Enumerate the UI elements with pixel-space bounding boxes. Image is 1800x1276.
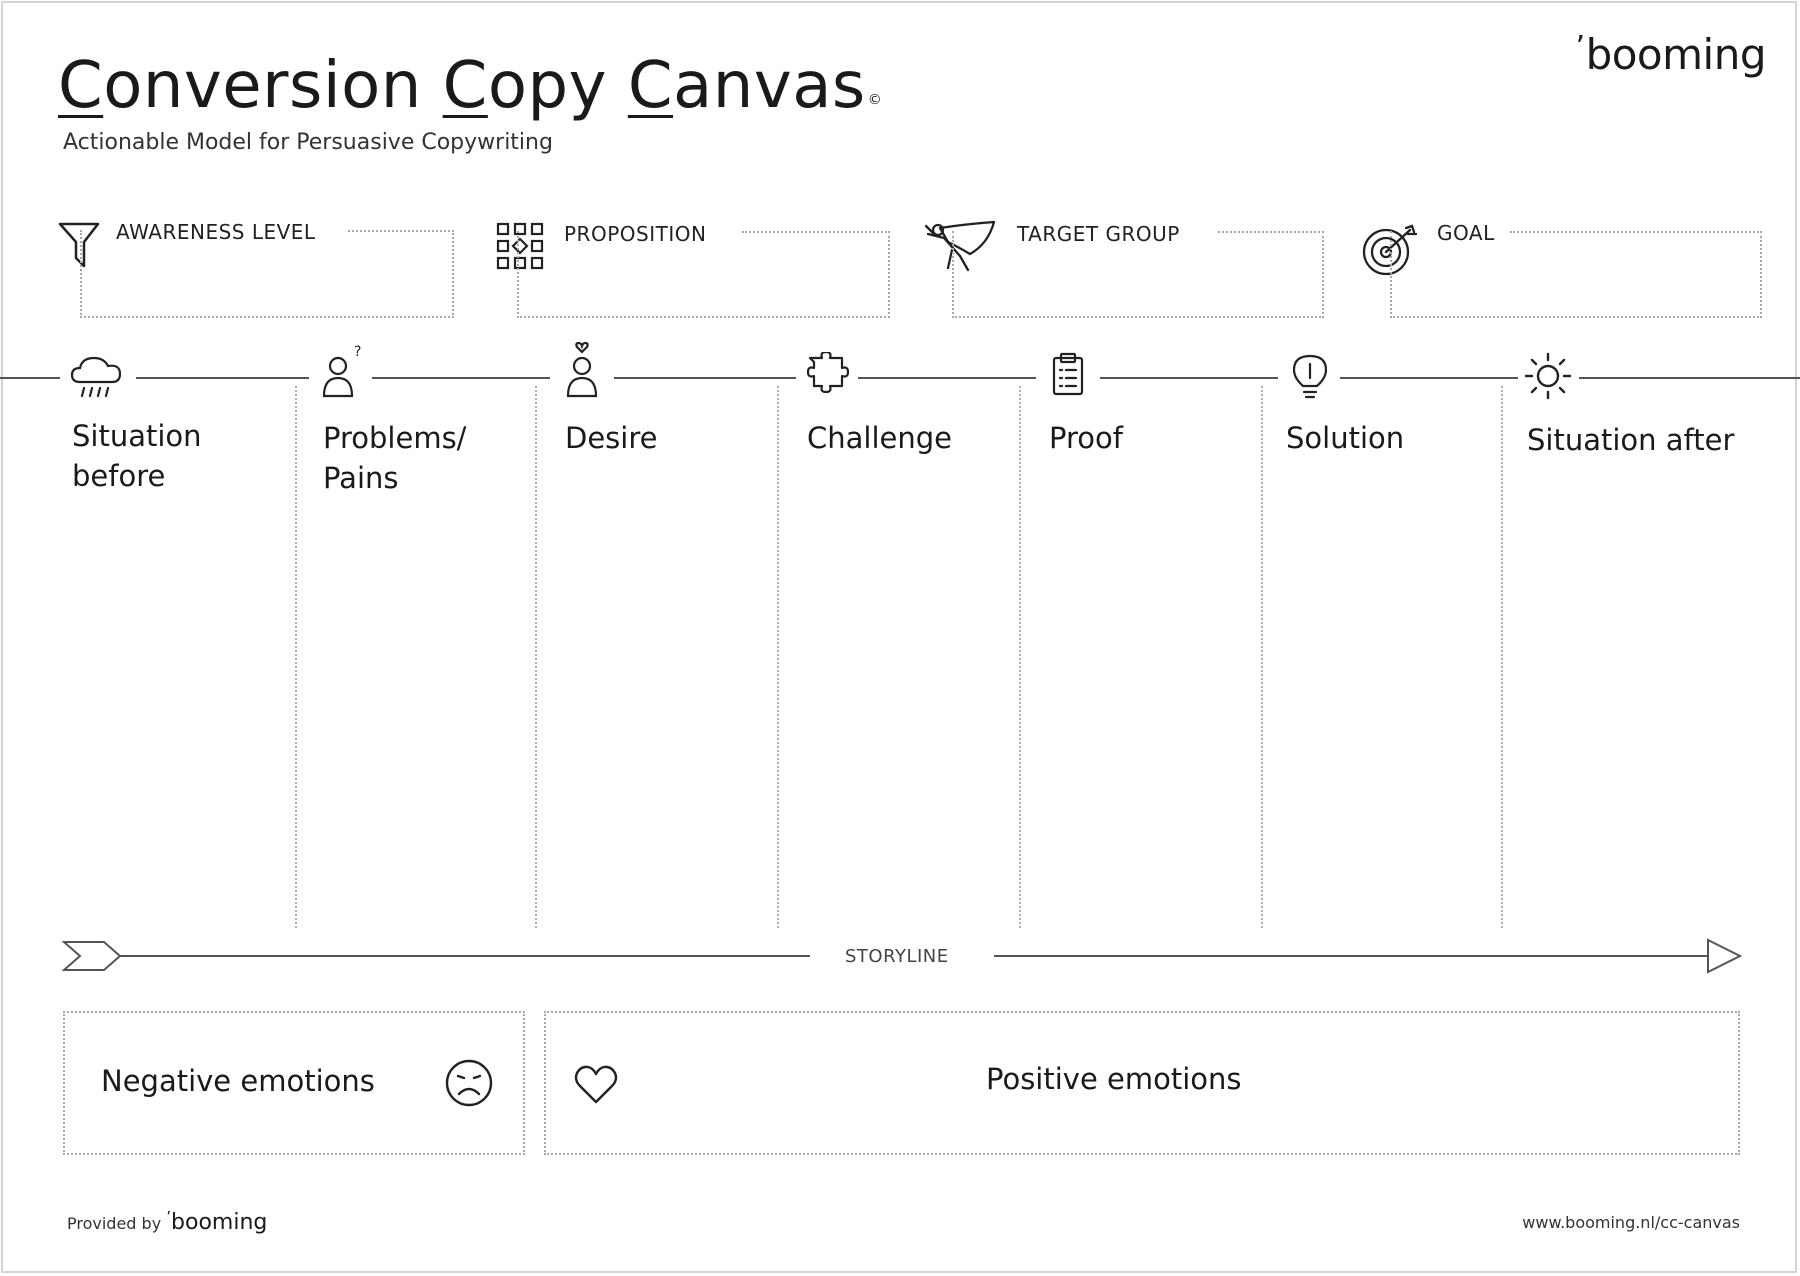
- title-initial-1: C: [58, 49, 104, 123]
- provided-by-text: Provided by: [67, 1214, 162, 1233]
- brand-name: booming: [1585, 30, 1767, 79]
- title-initial-2: C: [442, 49, 488, 123]
- target-group-field[interactable]: [952, 231, 1324, 318]
- heart-icon: [574, 1065, 618, 1104]
- page-subtitle: Actionable Model for Persuasive Copywrit…: [63, 130, 553, 155]
- column-area-challenge[interactable]: [782, 500, 1016, 920]
- column-label-solution: Solution: [1286, 421, 1405, 455]
- proposition-field[interactable]: [517, 231, 890, 318]
- column-area-solution[interactable]: [1266, 500, 1498, 920]
- column-divider: [1501, 386, 1503, 928]
- column-label-situation-after: Situation after: [1527, 423, 1735, 457]
- column-divider: [295, 386, 297, 928]
- header-rule: [372, 377, 550, 379]
- title-word-2-rest: opy: [487, 49, 607, 123]
- column-divider: [1019, 386, 1021, 928]
- rain-cloud-icon: [70, 356, 122, 398]
- column-area-situation-after[interactable]: [1506, 500, 1742, 920]
- header-rule: [1579, 377, 1800, 379]
- title-word-1-rest: onversion: [103, 49, 422, 123]
- column-area-proof[interactable]: [1024, 500, 1258, 920]
- title-initial-3: C: [627, 49, 674, 123]
- column-label-desire: Desire: [565, 421, 658, 455]
- sad-face-icon: [445, 1059, 493, 1107]
- brand-logo: ʼbooming: [1575, 30, 1767, 79]
- awareness-level-field[interactable]: [80, 230, 454, 318]
- column-divider: [535, 386, 537, 928]
- column-area-situation-before[interactable]: [60, 500, 292, 920]
- column-label-proof: Proof: [1049, 421, 1123, 455]
- footer-brand-name: booming: [171, 1210, 268, 1235]
- header-rule: [858, 377, 1036, 379]
- page-title: Conversion Copy Canvas ©: [58, 46, 882, 126]
- footer-brand-logo: ʼbooming: [166, 1208, 268, 1235]
- lightbulb-icon: [1292, 354, 1328, 399]
- sun-icon: [1524, 352, 1572, 400]
- goal-field[interactable]: [1390, 231, 1762, 318]
- header-rule: [614, 377, 796, 379]
- storyline-label: STORYLINE: [845, 946, 949, 967]
- puzzle-piece-icon: [806, 352, 850, 394]
- svg-text:?: ?: [354, 344, 361, 360]
- provided-by: Provided by ʼbooming: [67, 1208, 268, 1235]
- header-rule: [1340, 377, 1518, 379]
- column-divider: [1261, 386, 1263, 928]
- column-divider: [777, 386, 779, 928]
- copyright-mark: ©: [867, 92, 883, 108]
- column-area-desire[interactable]: [540, 500, 774, 920]
- column-area-problems-pains[interactable]: [300, 500, 532, 920]
- column-label-situation-before: Situation before: [72, 419, 202, 493]
- person-heart-icon: [566, 341, 598, 398]
- clipboard-list-icon: [1052, 352, 1084, 396]
- header-rule: [1100, 377, 1278, 379]
- column-label-challenge: Challenge: [807, 421, 952, 455]
- footer-url[interactable]: www.booming.nl/cc-canvas: [1522, 1213, 1740, 1232]
- person-question-icon: ?: [322, 344, 361, 398]
- footer-brand-tick: ʼ: [166, 1208, 172, 1226]
- header-rule: [136, 377, 309, 379]
- negative-emotions-label: Negative emotions: [101, 1064, 375, 1098]
- header-rule: [0, 377, 60, 379]
- column-label-problems-pains: Problems/ Pains: [323, 421, 467, 495]
- title-word-3-rest: anvas: [673, 49, 866, 123]
- positive-emotions-label: Positive emotions: [986, 1062, 1242, 1096]
- brand-tick-mark: ʼ: [1575, 30, 1586, 65]
